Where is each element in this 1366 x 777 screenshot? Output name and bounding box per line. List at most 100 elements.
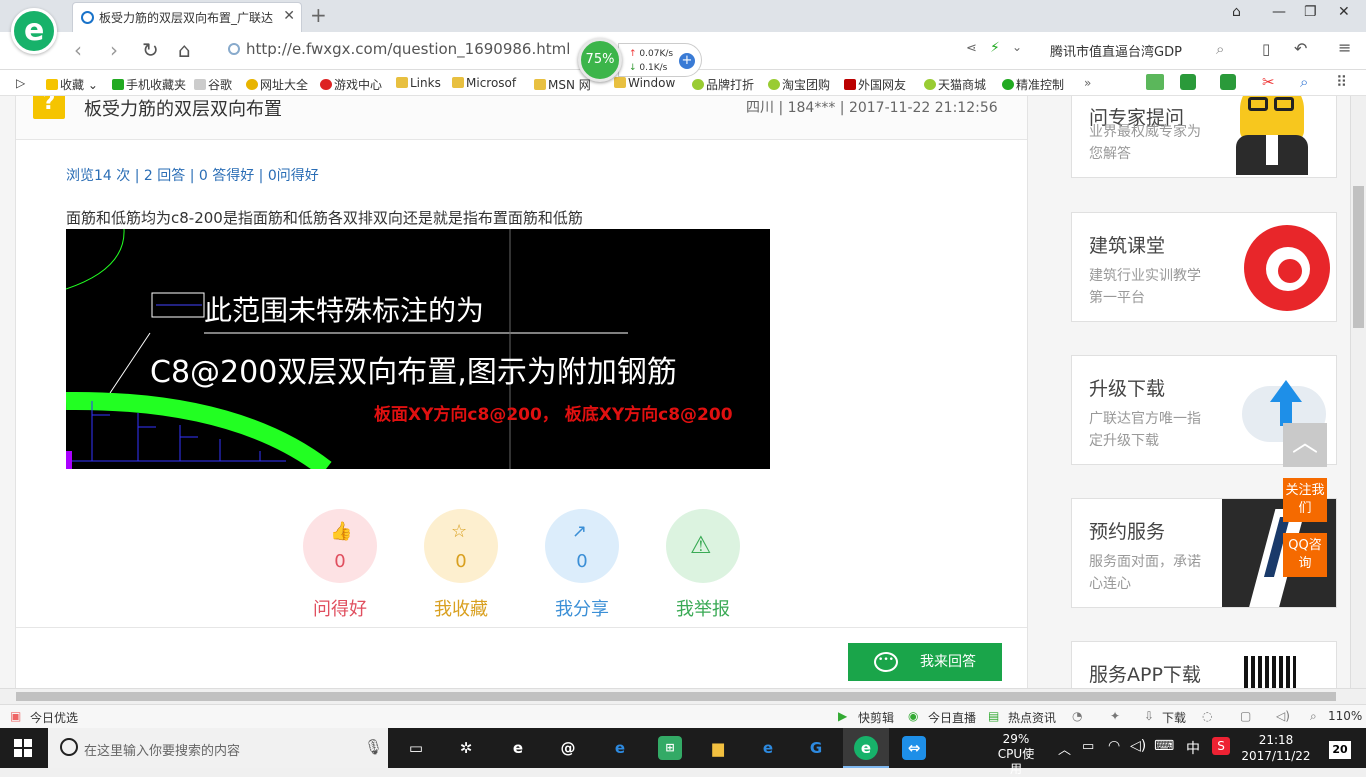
cpu-meter[interactable]: 29% CPU使用 bbox=[992, 732, 1040, 777]
status-item[interactable]: 快剪辑 bbox=[858, 709, 894, 726]
status-item[interactable]: 下载 bbox=[1162, 709, 1186, 726]
teamviewer-icon[interactable]: ⇔ bbox=[902, 736, 926, 760]
bookmark-item[interactable]: 手机收藏夹 bbox=[112, 76, 186, 93]
favorite-circle[interactable]: ☆ 0 bbox=[424, 509, 498, 583]
speed-widget[interactable]: ↑ 0.07K/s ↓ 0.1K/s + 75% bbox=[578, 38, 703, 82]
bookmark-item[interactable]: 外国网友 bbox=[844, 76, 906, 93]
folder-icon[interactable]: ▆ bbox=[706, 736, 730, 760]
spiral-icon[interactable]: @ bbox=[556, 736, 580, 760]
maximize-button[interactable]: ❐ bbox=[1304, 4, 1317, 20]
keyboard-icon[interactable]: ⌨ bbox=[1154, 738, 1174, 754]
windows-start-icon[interactable] bbox=[14, 739, 32, 757]
active-browser-task[interactable]: e bbox=[843, 728, 889, 768]
vertical-scrollbar[interactable] bbox=[1350, 96, 1366, 688]
sidebar-card-expert[interactable]: 问专家提问 业界最权威专家为您解答 bbox=[1071, 96, 1337, 178]
status-bar: ▣ 今日优选 ▶ 快剪辑 ◉ 今日直播 ▤ 热点资讯 ◔ ✦ ⇩ 下载 ◌ ▢ … bbox=[0, 704, 1366, 728]
sidebar-card-app[interactable]: 服务APP下载 bbox=[1071, 641, 1337, 688]
wifi-icon[interactable]: ◠ bbox=[1108, 738, 1120, 754]
qq-consult-button[interactable]: QQ咨询 bbox=[1283, 533, 1327, 577]
pin-icon[interactable]: ✦ bbox=[1110, 709, 1120, 723]
tray-chevron-icon[interactable]: ︿ bbox=[1058, 739, 1071, 758]
scroll-thumb[interactable] bbox=[1353, 186, 1364, 328]
question-body: 面筋和低筋均为c8-200是指面筋和低筋各双排双向还是就是指布置面筋和低筋 bbox=[66, 209, 583, 227]
ime-indicator[interactable]: 中 bbox=[1186, 738, 1200, 758]
status-item[interactable]: 今日直播 bbox=[928, 709, 976, 726]
bookmark-item[interactable]: 收藏 ⌄ bbox=[46, 76, 98, 93]
edge-icon[interactable]: e bbox=[608, 736, 632, 760]
new-tab-button[interactable]: + bbox=[310, 3, 327, 27]
sogou-icon[interactable]: S bbox=[1212, 737, 1230, 755]
search-suggestion[interactable]: 腾讯市值直逼台湾GDP bbox=[1050, 41, 1182, 60]
like-action[interactable]: 👍 0 问得好 bbox=[303, 509, 377, 621]
volume-icon[interactable]: ◁) bbox=[1130, 738, 1146, 754]
scroll-thumb[interactable] bbox=[16, 692, 1336, 701]
microphone-icon[interactable]: 🎙 bbox=[364, 738, 383, 756]
magnifier-icon[interactable]: ⌕ bbox=[1300, 73, 1308, 91]
share-circle[interactable]: ↗ 0 bbox=[545, 509, 619, 583]
shield-icon[interactable] bbox=[1180, 74, 1196, 90]
clock[interactable]: 21:18 2017/11/22 bbox=[1240, 732, 1312, 764]
sidebar-card-class[interactable]: 建筑课堂 建筑行业实训教学第一平台 bbox=[1071, 212, 1337, 322]
answer-button[interactable]: ••• 我来回答 bbox=[848, 643, 1002, 681]
translate-icon[interactable] bbox=[1220, 74, 1236, 90]
back-to-top-button[interactable]: ︿ bbox=[1283, 423, 1327, 467]
undo-icon[interactable]: ↶ bbox=[1294, 39, 1307, 58]
sound-icon[interactable]: ◁) bbox=[1276, 709, 1290, 723]
zoom-level[interactable]: 110% bbox=[1328, 709, 1362, 723]
menu-icon[interactable]: ≡ bbox=[1338, 38, 1351, 57]
close-window-button[interactable]: ✕ bbox=[1338, 4, 1350, 20]
bookmark-item[interactable]: 天猫商城 bbox=[924, 76, 986, 93]
tab-active[interactable]: 板受力筋的双层双向布置_广联达 ✕ bbox=[72, 2, 302, 32]
reader-icon[interactable] bbox=[1146, 74, 1164, 90]
forward-button[interactable]: › bbox=[110, 38, 118, 62]
task-view-icon[interactable]: ▭ bbox=[404, 736, 428, 760]
bookmark-item[interactable]: 谷歌 bbox=[194, 76, 232, 93]
accelerate-icon[interactable]: + bbox=[679, 53, 695, 69]
more-bookmarks-icon[interactable]: » bbox=[1084, 76, 1091, 90]
ie-blue-icon[interactable]: e bbox=[756, 736, 780, 760]
bookmark-item[interactable]: 精准控制 bbox=[1002, 76, 1064, 93]
ie-taskbar-icon[interactable]: e bbox=[506, 736, 530, 760]
back-button[interactable]: ‹ bbox=[74, 38, 82, 62]
share-icon: ↗ bbox=[572, 521, 588, 542]
bookmark-item[interactable]: Links bbox=[396, 76, 441, 90]
store-icon[interactable]: ⊞ bbox=[658, 736, 682, 760]
home-button[interactable]: ⌂ bbox=[178, 38, 191, 62]
lightning-icon[interactable]: ⚡ bbox=[990, 40, 1000, 56]
clean-icon[interactable]: ◌ bbox=[1202, 709, 1212, 723]
search-icon[interactable]: ⌕ bbox=[1216, 40, 1224, 58]
notification-center-icon[interactable]: 20 bbox=[1329, 741, 1351, 759]
bookmark-item[interactable]: Microsof bbox=[452, 76, 516, 90]
glodon-icon[interactable]: G bbox=[804, 736, 828, 760]
refresh-button[interactable]: ↻ bbox=[142, 38, 159, 62]
report-action[interactable]: ⚠ 我举报 bbox=[666, 509, 740, 621]
bookmark-item[interactable]: 网址大全 bbox=[246, 76, 308, 93]
share-action[interactable]: ↗ 0 我分享 bbox=[545, 509, 619, 621]
scissors-icon[interactable]: ✂ bbox=[1262, 73, 1275, 91]
favorite-action[interactable]: ☆ 0 我收藏 bbox=[424, 509, 498, 621]
phone-icon[interactable]: ▯ bbox=[1262, 40, 1270, 58]
today-picks[interactable]: 今日优选 bbox=[30, 709, 78, 726]
tab-close-icon[interactable]: ✕ bbox=[283, 8, 295, 24]
window-icon[interactable]: ▢ bbox=[1240, 709, 1251, 723]
follow-us-button[interactable]: 关注我们 bbox=[1283, 478, 1327, 522]
like-circle[interactable]: 👍 0 bbox=[303, 509, 377, 583]
browser-logo[interactable]: e bbox=[11, 8, 57, 54]
chevron-down-icon[interactable]: ⌄ bbox=[1012, 40, 1022, 54]
status-item[interactable]: 热点资讯 bbox=[1008, 709, 1056, 726]
minimize-button[interactable]: — bbox=[1272, 4, 1286, 20]
grid-icon[interactable]: ⠿ bbox=[1336, 73, 1347, 91]
shirt-icon[interactable]: ⌂ bbox=[1232, 4, 1241, 20]
report-circle[interactable]: ⚠ bbox=[666, 509, 740, 583]
speedometer-icon[interactable]: ◔ bbox=[1072, 709, 1082, 723]
fan-icon[interactable]: ✲ bbox=[454, 736, 478, 760]
speed-ball[interactable]: 75% bbox=[578, 38, 622, 82]
share-icon[interactable]: ⋖ bbox=[966, 41, 977, 56]
bookmark-item[interactable]: 游戏中心 bbox=[320, 76, 382, 93]
card-title: 升级下载 bbox=[1089, 378, 1166, 400]
taskbar-search-input[interactable]: 在这里输入你要搜索的内容 🎙 bbox=[48, 728, 388, 768]
sidebar-toggle-icon[interactable]: ▷ bbox=[16, 76, 25, 90]
horizontal-scrollbar[interactable] bbox=[0, 688, 1366, 704]
network-tray-icon[interactable]: ▭ bbox=[1082, 739, 1094, 754]
bookmark-item[interactable]: 淘宝团购 bbox=[768, 76, 830, 93]
